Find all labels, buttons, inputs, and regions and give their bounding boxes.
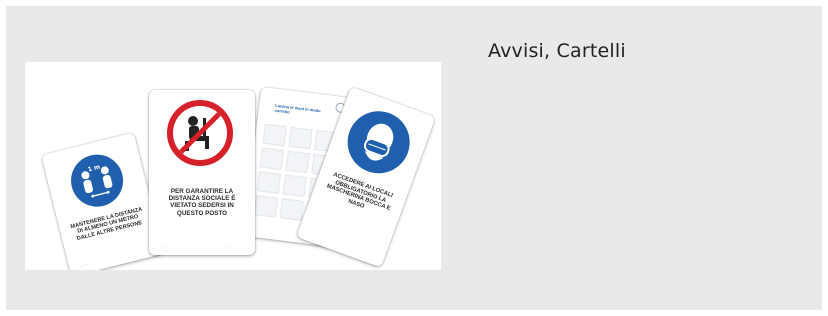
face-mask-icon: [363, 123, 394, 161]
no-sitting-sign-text: PER GARANTIRE LA DISTANZA SOCIALE È VIET…: [168, 188, 236, 217]
product-card[interactable]: 1 m MANTENERE LA DISTANZA DI ALMENO UN M…: [6, 6, 822, 310]
handwash-title: Lavarsi le mani in modo corretto: [274, 102, 321, 115]
card-title[interactable]: Avvisi, Cartelli: [488, 40, 626, 62]
distance-pictogram: 1 m: [65, 149, 129, 213]
mask-pictogram: [338, 102, 419, 182]
people-distance-icon: [81, 166, 113, 198]
distance-sign: 1 m MANTENERE LA DISTANZA DI ALMENO UN M…: [41, 132, 164, 270]
signs-thumbnail[interactable]: 1 m MANTENERE LA DISTANZA DI ALMENO UN M…: [25, 62, 441, 270]
no-sitting-sign: PER GARANTIRE LA DISTANZA SOCIALE È VIET…: [149, 90, 255, 255]
prohibition-circle: [167, 100, 233, 166]
person-sitting-icon: [179, 112, 221, 154]
